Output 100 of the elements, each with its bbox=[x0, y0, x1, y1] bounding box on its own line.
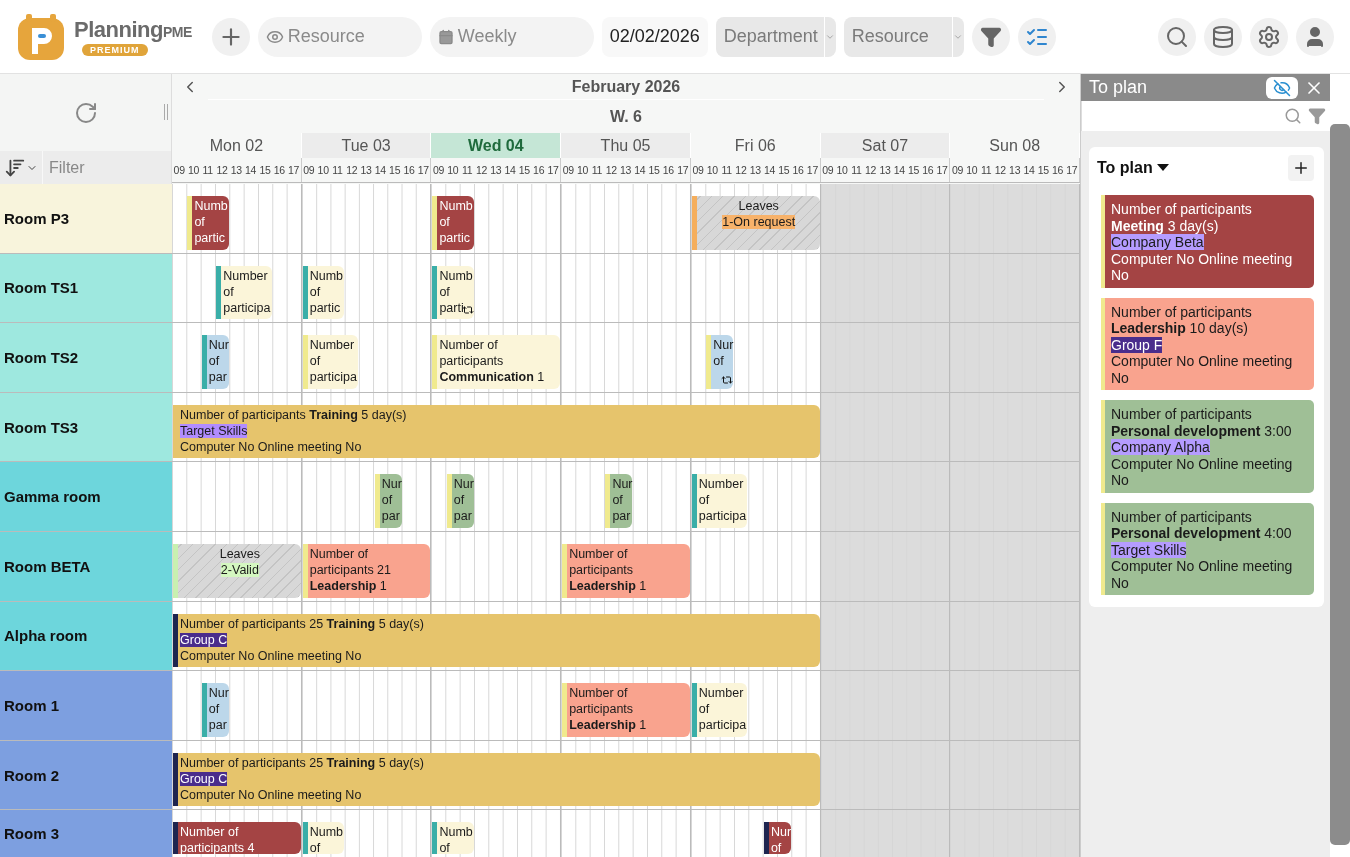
event-card[interactable]: Nur of par bbox=[201, 335, 229, 389]
hour-label: 14 bbox=[762, 163, 777, 178]
resource-filter-field[interactable]: Resource bbox=[257, 16, 422, 57]
event-tag: Group C bbox=[180, 771, 228, 786]
splitter-handle[interactable] bbox=[164, 104, 168, 120]
resource-label[interactable]: Alpha room bbox=[0, 601, 172, 671]
resource-label[interactable]: Room TS1 bbox=[0, 253, 172, 323]
hour-label: 13 bbox=[229, 163, 243, 178]
event-text: Number bbox=[223, 267, 268, 284]
event-card[interactable]: Number of participants Leadership 1 bbox=[562, 543, 690, 598]
event-text: Numb bbox=[309, 824, 344, 841]
event-text: of bbox=[713, 353, 724, 370]
hour-label: 09 bbox=[172, 163, 186, 178]
database-button[interactable] bbox=[1204, 17, 1242, 56]
task-card[interactable]: Number of participants Leadership 10 day(s) Group F Computer No Online meeting No bbox=[1101, 297, 1314, 390]
scrollbar[interactable] bbox=[1330, 124, 1350, 845]
resource-label[interactable]: Room 2 bbox=[0, 740, 172, 810]
event-card[interactable]: Numb of parti bbox=[432, 265, 474, 320]
event-card[interactable]: Nur of par bbox=[446, 474, 474, 528]
event-card[interactable]: Number of participa bbox=[302, 335, 359, 389]
event-card[interactable]: Number of participants 25 Training 5 day(s) Group C Computer No Online meeting No bbox=[173, 613, 820, 668]
hour-label: 11 bbox=[850, 163, 863, 178]
hour-label: 17 bbox=[546, 163, 560, 178]
settings-button[interactable] bbox=[1250, 17, 1288, 56]
event-card[interactable]: Nur of par bbox=[201, 683, 229, 737]
event-card[interactable]: Nur of bbox=[763, 822, 791, 854]
event-text: Computer No Online meeting No bbox=[1111, 558, 1294, 591]
filter-field[interactable]: Filter bbox=[42, 151, 171, 184]
hour-label: 12 bbox=[345, 163, 359, 178]
refresh-button[interactable] bbox=[73, 100, 98, 125]
leave-card[interactable]: Leaves 2-Valid bbox=[173, 543, 301, 598]
event-card[interactable]: Nur of bbox=[706, 335, 734, 389]
event-text: par bbox=[612, 508, 631, 525]
resource-label[interactable]: Room P3 bbox=[0, 184, 172, 253]
day-header[interactable]: Tue 03 bbox=[301, 133, 432, 158]
event-card[interactable]: Number of participants 25 Training 5 day(s) Group C Computer No Online meeting No bbox=[173, 752, 820, 807]
event-text: Number of bbox=[569, 685, 628, 702]
event-text: Number of participants Training 5 day(s) bbox=[180, 406, 407, 423]
sort-button[interactable] bbox=[0, 151, 42, 184]
event-text: Number of bbox=[180, 824, 239, 841]
event-card[interactable]: Number of participants Communication 1 bbox=[432, 335, 561, 389]
event-text: Number of bbox=[569, 545, 628, 562]
hour-label: 13 bbox=[1008, 163, 1022, 178]
task-card[interactable]: Number of participants Personal development 3:00 Company Alpha Computer No Online meeting No bbox=[1101, 400, 1314, 493]
hour-label: 14 bbox=[503, 163, 517, 178]
resource-label[interactable]: Room 3 bbox=[0, 810, 172, 857]
event-text: participa bbox=[309, 369, 357, 386]
resource-label[interactable]: Gamma room bbox=[0, 462, 172, 531]
leave-card[interactable]: Leaves 1-On request bbox=[691, 196, 820, 250]
add-button[interactable] bbox=[1288, 155, 1314, 181]
event-text: of bbox=[208, 701, 220, 718]
hide-button[interactable] bbox=[1266, 76, 1298, 99]
task-card[interactable]: Number of participants Personal development 4:00 Target Skills Computer No Online meeting No bbox=[1101, 502, 1314, 595]
event-text: of bbox=[223, 283, 234, 300]
event-text: of bbox=[612, 492, 623, 509]
list-title-dropdown[interactable]: To plan bbox=[1097, 159, 1169, 177]
event-card[interactable]: Number of participa bbox=[691, 683, 748, 737]
event-text: of bbox=[309, 283, 321, 300]
event-card[interactable]: Number of participa bbox=[216, 265, 272, 320]
hour-label: 12 bbox=[604, 163, 618, 178]
day-header[interactable]: Wed 04 bbox=[431, 133, 562, 158]
filter-button[interactable] bbox=[971, 17, 1010, 56]
event-card[interactable]: Number of participants 4 bbox=[173, 822, 301, 854]
event-card[interactable]: Number of participants Training 5 day(s) Target Skills Computer No Online meeting No bbox=[173, 404, 820, 459]
hour-label: 12 bbox=[474, 163, 488, 178]
resource-label[interactable]: Room BETA bbox=[0, 531, 172, 601]
event-text: Personal development 4:00 bbox=[1111, 525, 1293, 542]
department-select[interactable]: Department bbox=[715, 16, 836, 57]
hour-label: 15 bbox=[777, 163, 791, 178]
date-field[interactable]: 02/02/2026 bbox=[601, 16, 708, 57]
search-button[interactable] bbox=[1158, 17, 1196, 56]
checklist-button[interactable] bbox=[1017, 17, 1056, 56]
event-text: Leadership 1 bbox=[309, 577, 387, 594]
event-tag: 1-On request bbox=[722, 215, 796, 229]
event-card[interactable]: Number of participa bbox=[691, 474, 748, 528]
day-header[interactable]: Thu 05 bbox=[561, 133, 691, 158]
event-text: Communication 1 bbox=[439, 369, 545, 386]
user-button[interactable] bbox=[1296, 17, 1334, 56]
hour-label: 11 bbox=[331, 163, 344, 178]
task-card[interactable]: Number of participants Meeting 3 day(s) Company Beta Computer No Online meeting No bbox=[1101, 195, 1314, 288]
hour-label: 10 bbox=[446, 163, 460, 178]
event-card[interactable]: Numb of partic bbox=[302, 265, 344, 320]
event-card[interactable]: Numb of bbox=[432, 822, 474, 854]
event-card[interactable]: Numb of partic bbox=[187, 196, 229, 250]
event-card[interactable]: Number of participants Leadership 1 bbox=[562, 683, 690, 737]
event-card[interactable]: Numb of partic bbox=[432, 196, 474, 250]
resource-label[interactable]: Room TS3 bbox=[0, 392, 172, 462]
hour-label: 15 bbox=[906, 163, 921, 178]
event-card[interactable]: Numb of bbox=[302, 822, 344, 854]
event-card[interactable]: Nur of par bbox=[374, 474, 402, 528]
resource-select[interactable]: Resource bbox=[843, 16, 964, 57]
event-card[interactable]: Number of participants 21 Leadership 1 bbox=[302, 543, 431, 598]
add-button[interactable] bbox=[211, 17, 250, 56]
resource-label[interactable]: Room 1 bbox=[0, 671, 172, 740]
resource-label[interactable]: Room TS2 bbox=[0, 323, 172, 392]
event-text: Number bbox=[698, 476, 744, 493]
event-text: Leadership 1 bbox=[569, 717, 647, 734]
hour-label: 16 bbox=[661, 163, 675, 178]
day-header[interactable]: Sat 07 bbox=[820, 133, 951, 158]
panel-title: To plan bbox=[1089, 77, 1149, 98]
